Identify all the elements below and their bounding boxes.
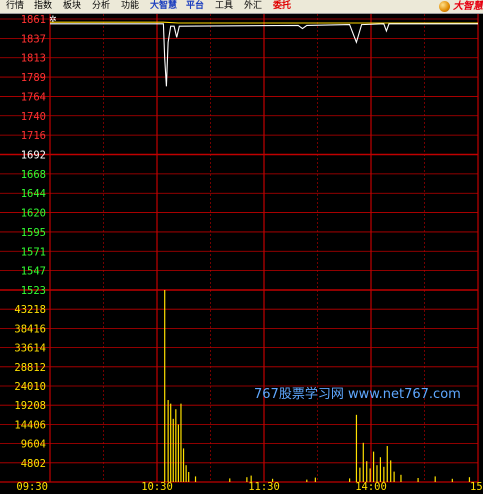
price-tick-label: 1571 [21,246,46,258]
menu-bar: 行情 指数 板块 分析 功能 大智慧 平台 工具 外汇 委托 大智慧 [0,0,483,14]
time-tick-label: 09:30 [16,481,48,493]
volume-tick-label: 9604 [21,439,46,451]
y-axis-labels: 1861 1837 1813 1789 1764 1740 1716 1692 1668 1644… [14,14,46,470]
price-tick-label: 1595 [21,227,46,239]
menu-item-tools[interactable]: 工具 [215,0,233,13]
chart-window: ✲ 1861 1837 1813 1789 1764 1740 1716 1692 1668 16… [0,0,483,494]
price-tick-label: 1764 [21,91,46,103]
price-tick-label: 1620 [21,208,46,220]
price-tick-label: 1837 [21,33,46,45]
price-tick-label: 1523 [21,285,46,297]
price-tick-label: 1692 [21,150,46,162]
x-axis-labels: 09:30 10:30 11:30 14:00 15:00 [16,481,483,493]
price-tick-label: 1861 [21,14,46,26]
menu-item-platform[interactable]: 平台 [186,0,204,13]
menu-item-function[interactable]: 功能 [121,0,139,13]
menu-item-analysis[interactable]: 分析 [92,0,110,13]
price-tick-label: 1716 [21,130,46,142]
price-tick-label: 1789 [21,72,46,84]
time-tick-label: 11:30 [248,481,280,493]
price-tick-label: 1644 [21,188,46,200]
volume-tick-label: 38416 [14,323,46,335]
time-tick-label: 15:00 [470,481,483,493]
brand-logo-text: 大智慧 [453,1,483,12]
price-tick-label: 1668 [21,169,46,181]
menu-item-index[interactable]: 指数 [34,0,52,13]
menu-item-trade[interactable]: 委托 [273,0,291,13]
cursor-marker: ✲ [49,15,57,25]
intraday-chart[interactable]: ✲ 1861 1837 1813 1789 1764 1740 1716 1692 1668 16… [0,0,483,494]
volume-tick-label: 33614 [14,343,46,355]
watermark-text: 767股票学习网 www.net767.com [254,386,461,402]
volume-tick-label: 19208 [14,400,46,412]
volume-tick-label: 24010 [14,381,46,393]
menu-item-forex[interactable]: 外汇 [244,0,262,13]
price-tick-label: 1740 [21,111,46,123]
time-tick-label: 14:00 [355,481,387,493]
menu-item-sector[interactable]: 板块 [63,0,81,13]
volume-tick-label: 28812 [14,362,46,374]
menu-item-quotes[interactable]: 行情 [6,0,24,13]
menu-item-dzh[interactable]: 大智慧 [150,0,177,13]
time-tick-label: 10:30 [141,481,173,493]
chart-grid [0,14,479,483]
volume-tick-label: 4802 [21,458,46,470]
globe-icon [439,1,450,12]
volume-tick-label: 14406 [14,419,46,431]
volume-tick-label: 43218 [14,304,46,316]
brand-logo: 大智慧 [437,0,483,13]
price-tick-label: 1813 [21,53,46,65]
price-tick-label: 1547 [21,266,46,278]
